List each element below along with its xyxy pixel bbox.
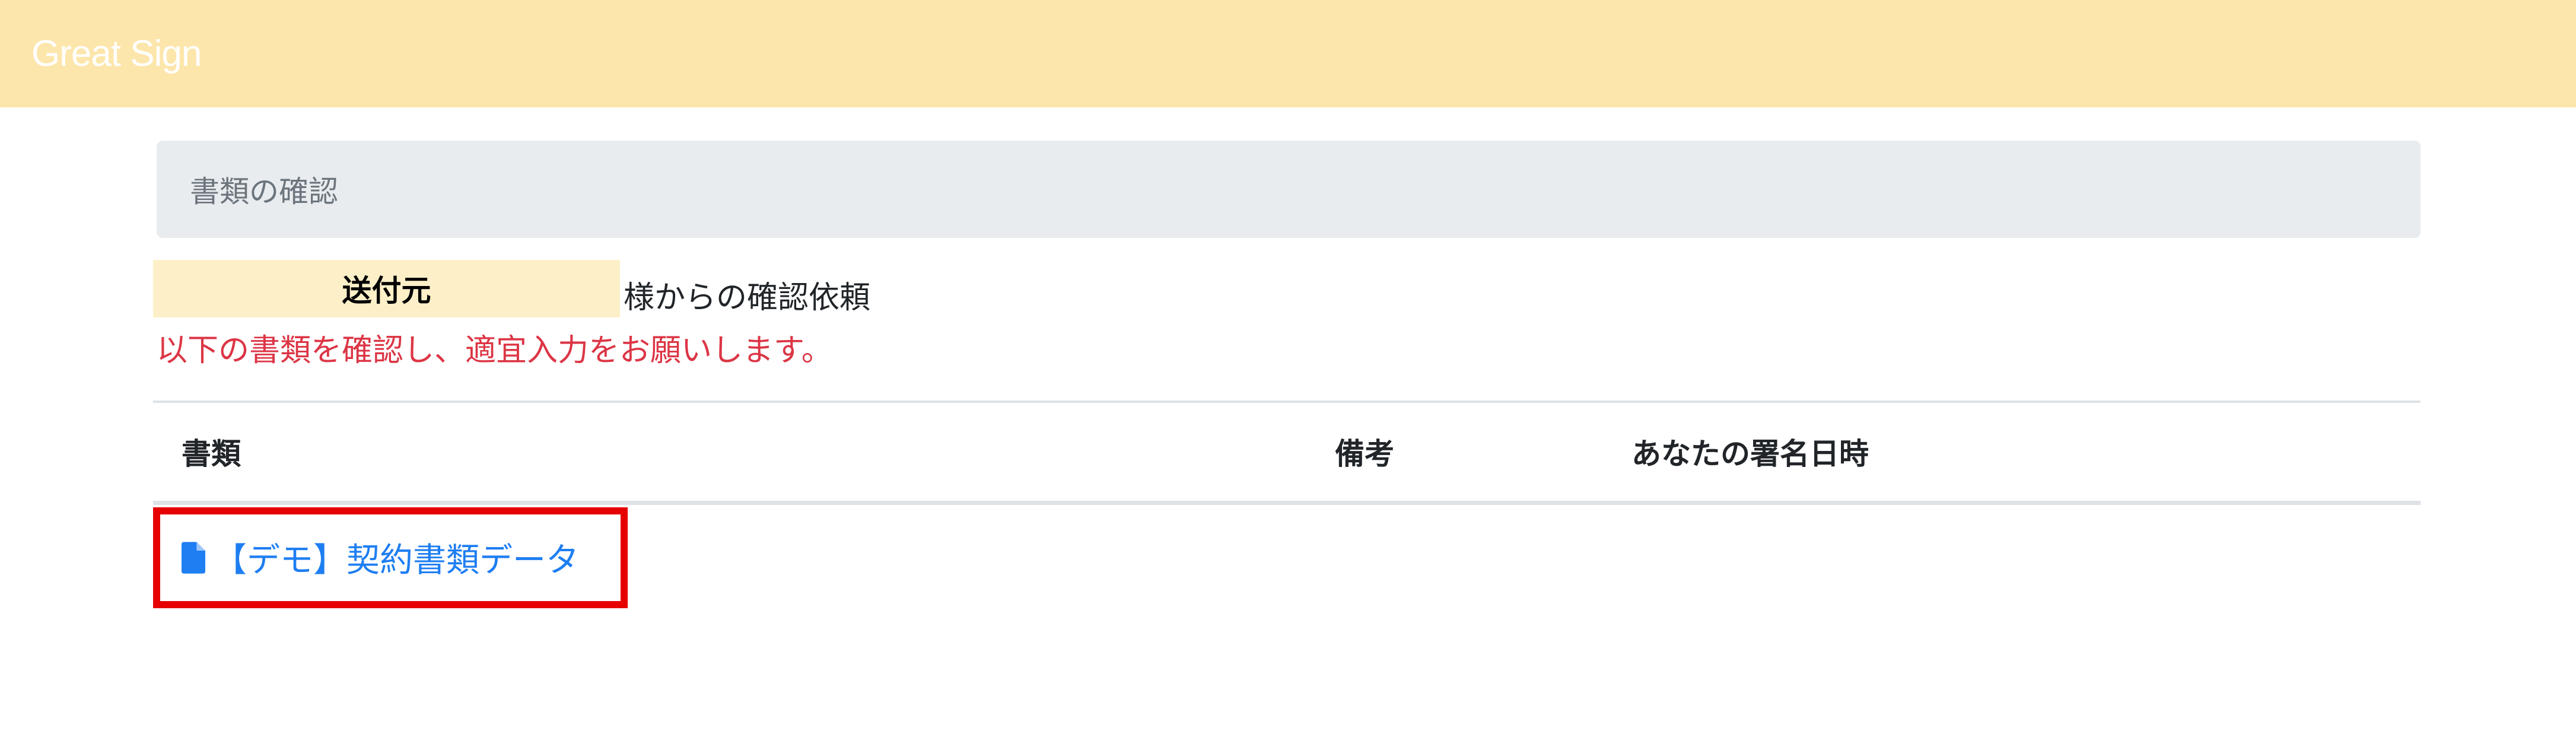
header-signed-at: あなたの署名日時 (1632, 401, 2421, 505)
document-name: 【デモ】契約書類データ (214, 541, 579, 580)
file-icon (182, 541, 205, 574)
top-navbar: Great Sign (0, 0, 2576, 107)
table-row: 【デモ】契約書類データ (153, 503, 2421, 608)
document-highlight-box: 【デモ】契約書類データ (153, 507, 628, 608)
sender-suffix: 様からの確認依頼 (624, 279, 871, 316)
table-header-row: 書類 備考 あなたの署名日時 (153, 401, 2421, 505)
signed-at-cell (1632, 503, 2421, 608)
document-link[interactable]: 【デモ】契約書類データ (182, 533, 579, 582)
remarks-cell (1335, 503, 1632, 608)
header-document: 書類 (153, 401, 1335, 505)
instruction-text: 以下の書類を確認し、適宜入力をお願いします。 (157, 333, 832, 368)
breadcrumb-current: 書類の確認 (190, 174, 338, 209)
header-remarks: 備考 (1335, 401, 1632, 505)
document-cell: 【デモ】契約書類データ (153, 503, 1335, 608)
brand-logo[interactable]: Great Sign (31, 33, 202, 75)
sender-name: 送付元 (153, 259, 620, 317)
document-table: 書類 備考 あなたの署名日時 【デモ】契約書類データ (153, 401, 2421, 608)
sender-row: 送付元 様からの確認依頼 (153, 259, 870, 318)
breadcrumb: 書類の確認 (157, 141, 2421, 238)
